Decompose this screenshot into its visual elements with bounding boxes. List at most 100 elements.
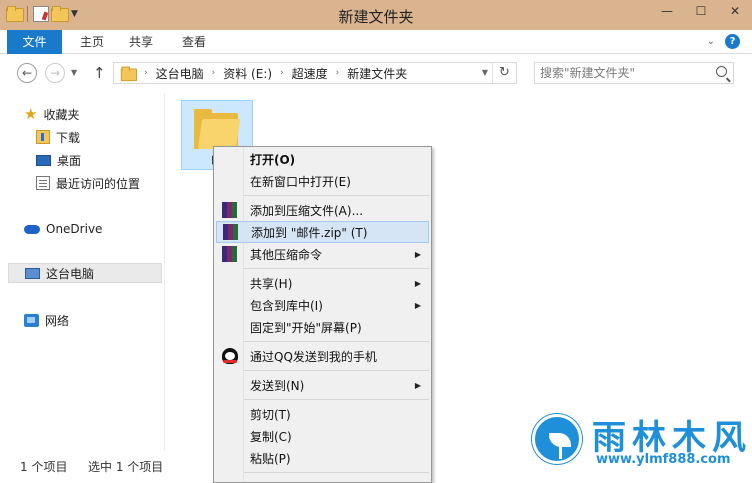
search-input[interactable]: 搜索"新建文件夹": [534, 62, 734, 84]
breadcrumb-separator-icon[interactable]: ›: [280, 68, 284, 78]
tab-view[interactable]: 查看: [174, 30, 214, 54]
menu-item-other-compress[interactable]: 其他压缩命令 ▶: [216, 243, 429, 265]
address-row: ← → ▼ ↑ › 这台电脑 › 资料 (E:) › 超速度 › 新建文件夹 ▼…: [0, 55, 752, 93]
nav-recent-label: 最近访问的位置: [56, 176, 141, 191]
address-bar[interactable]: › 这台电脑 › 资料 (E:) › 超速度 › 新建文件夹 ▼ ↻: [113, 62, 517, 84]
winrar-icon: [223, 224, 239, 240]
folder-icon: [120, 66, 137, 82]
nav-favorites[interactable]: ★ 收藏夹: [24, 104, 79, 124]
watermark-logo: 雨林木风 www.ylmf888.com: [530, 408, 748, 472]
menu-item-copy[interactable]: 复制(C): [216, 425, 429, 447]
maximize-button[interactable]: ☐: [684, 0, 718, 22]
winrar-icon: [222, 202, 238, 218]
nav-downloads-label: 下载: [56, 130, 81, 145]
minimize-button[interactable]: —: [650, 0, 684, 22]
tab-share[interactable]: 共享: [121, 30, 161, 54]
window-title: 新建文件夹: [338, 8, 414, 26]
breadcrumb-separator-icon[interactable]: ›: [336, 68, 340, 78]
nav-network[interactable]: 网络: [24, 310, 69, 330]
winrar-icon: [222, 246, 238, 262]
menu-item-label: 添加到压缩文件(A)...: [250, 203, 364, 218]
nav-desktop-label: 桌面: [57, 153, 82, 168]
breadcrumb-separator-icon[interactable]: ›: [144, 68, 148, 78]
menu-item-label: 其他压缩命令: [250, 247, 323, 262]
menu-item-label: 固定到"开始"屏幕(P): [250, 320, 362, 335]
breadcrumb-drive-e[interactable]: 资料 (E:): [223, 65, 272, 82]
navigation-pane: ★ 收藏夹 下载 桌面 最近访问的位置 OneDrive 这台电脑 网络: [0, 93, 165, 451]
menu-item-open-new-window[interactable]: 在新窗口中打开(E): [216, 170, 429, 192]
menu-item-share[interactable]: 共享(H) ▶: [216, 272, 429, 294]
menu-divider: [244, 341, 429, 342]
nav-recent-places[interactable]: 最近访问的位置: [36, 173, 140, 193]
breadcrumb-this-pc[interactable]: 这台电脑: [156, 65, 204, 82]
menu-item-label: 在新窗口中打开(E): [250, 174, 351, 189]
menu-item-label: 粘贴(P): [250, 451, 291, 466]
nav-desktop[interactable]: 桌面: [36, 150, 81, 170]
forward-button[interactable]: →: [45, 63, 65, 83]
menu-item-label: 共享(H): [250, 276, 293, 291]
menu-item-label: 包含到库中(I): [250, 298, 323, 313]
menu-item-send-via-qq[interactable]: 通过QQ发送到我的手机: [216, 345, 429, 367]
breadcrumb-new-folder[interactable]: 新建文件夹: [347, 65, 407, 82]
menu-divider: [244, 268, 429, 269]
refresh-button[interactable]: ↻: [492, 63, 516, 83]
menu-divider: [244, 195, 429, 196]
watermark-url: www.ylmf888.com: [596, 452, 731, 467]
nav-network-label: 网络: [45, 313, 70, 328]
submenu-arrow-icon: ▶: [414, 249, 421, 259]
folder-icon: [194, 109, 241, 149]
menu-item-label: 剪切(T): [250, 407, 291, 422]
menu-item-label: 打开(O): [250, 152, 296, 167]
menu-item-pin-to-start[interactable]: 固定到"开始"屏幕(P): [216, 316, 429, 338]
ribbon-controls: ⌄ ?: [707, 34, 740, 49]
menu-divider: [244, 399, 429, 400]
recent-locations-dropdown-icon[interactable]: ▼: [71, 68, 77, 77]
leaf-logo-icon: [532, 414, 582, 464]
context-menu: 打开(O) 在新窗口中打开(E) 添加到压缩文件(A)... 添加到 "邮件.z…: [213, 146, 432, 483]
menu-item-add-to-archive[interactable]: 添加到压缩文件(A)...: [216, 199, 429, 221]
back-button[interactable]: ←: [17, 63, 37, 83]
help-icon[interactable]: ?: [725, 34, 740, 49]
star-icon: ★: [24, 105, 38, 123]
search-icon[interactable]: [716, 66, 727, 77]
address-dropdown-icon[interactable]: ▼: [482, 68, 488, 77]
menu-item-open[interactable]: 打开(O): [216, 148, 429, 170]
nav-downloads[interactable]: 下载: [36, 127, 80, 147]
menu-item-include-in-library[interactable]: 包含到库中(I) ▶: [216, 294, 429, 316]
nav-this-pc-label: 这台电脑: [46, 266, 95, 281]
menu-item-paste[interactable]: 粘贴(P): [216, 447, 429, 469]
nav-onedrive-label: OneDrive: [46, 222, 103, 236]
tab-file[interactable]: 文件: [7, 30, 62, 54]
menu-item-label: 复制(C): [250, 429, 292, 444]
ribbon-tabs: 文件 主页 共享 查看 ⌄ ?: [0, 30, 752, 54]
desktop-icon: [36, 154, 51, 166]
title-bar: ▼ 新建文件夹 — ☐ ✕: [0, 0, 752, 30]
downloads-icon: [36, 130, 50, 144]
close-button[interactable]: ✕: [718, 0, 752, 22]
window-controls: — ☐ ✕: [650, 0, 752, 22]
submenu-arrow-icon: ▶: [414, 380, 421, 390]
menu-item-label: 通过QQ发送到我的手机: [250, 349, 377, 364]
breadcrumb-chaosudu[interactable]: 超速度: [292, 65, 328, 82]
tab-home[interactable]: 主页: [72, 30, 112, 54]
menu-item-add-to-zip[interactable]: 添加到 "邮件.zip" (T): [216, 221, 429, 243]
menu-item-label: 发送到(N): [250, 378, 305, 393]
qq-penguin-icon: [222, 348, 238, 364]
nav-favorites-label: 收藏夹: [43, 107, 80, 122]
up-arrow-icon[interactable]: ↑: [93, 64, 106, 82]
status-selected-count: 选中 1 个项目: [88, 460, 164, 474]
breadcrumb-separator-icon[interactable]: ›: [212, 68, 216, 78]
status-item-count: 1 个项目: [20, 460, 68, 474]
network-icon: [24, 313, 39, 327]
menu-item-send-to[interactable]: 发送到(N) ▶: [216, 374, 429, 396]
cloud-icon: [24, 224, 40, 234]
menu-divider: [244, 370, 429, 371]
expand-ribbon-icon[interactable]: ⌄: [707, 36, 715, 47]
search-placeholder: 搜索"新建文件夹": [540, 66, 636, 80]
submenu-arrow-icon: ▶: [414, 278, 421, 288]
menu-item-cut[interactable]: 剪切(T): [216, 403, 429, 425]
submenu-arrow-icon: ▶: [414, 300, 421, 310]
nav-onedrive[interactable]: OneDrive: [24, 219, 102, 239]
nav-this-pc[interactable]: 这台电脑: [8, 263, 162, 283]
menu-divider: [244, 472, 429, 473]
